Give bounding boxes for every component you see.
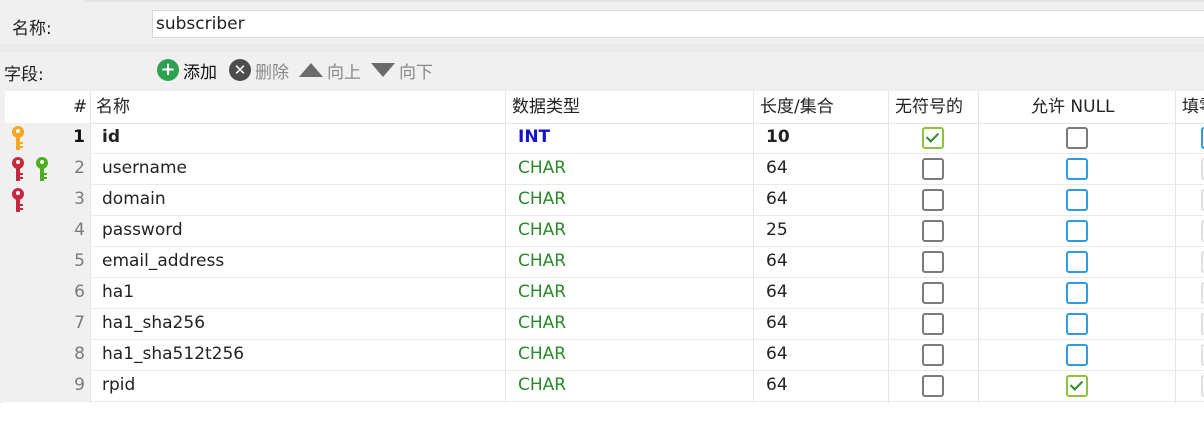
header-number[interactable]: # — [73, 91, 87, 123]
row-number: 4 — [74, 220, 85, 240]
header-name[interactable]: 名称 — [96, 91, 130, 123]
row-number: 5 — [74, 251, 85, 271]
unique-key-icon — [11, 188, 25, 214]
table-name-row: 名称: subscriber — [0, 6, 1204, 42]
field-name-cell[interactable]: domain — [102, 189, 166, 209]
plus-icon: + — [157, 59, 179, 81]
unique-key-icon — [11, 157, 25, 183]
unsigned-checkbox[interactable] — [922, 313, 944, 335]
row-number: 3 — [74, 189, 85, 209]
unsigned-checkbox[interactable] — [922, 127, 944, 149]
data-type-cell[interactable]: CHAR — [518, 220, 566, 240]
table-row[interactable]: 7 ha1_sha256 CHAR 64 — [5, 309, 1204, 340]
length-cell[interactable]: 10 — [766, 127, 790, 147]
row-number: 1 — [73, 127, 85, 147]
length-cell[interactable]: 64 — [766, 375, 788, 395]
row-number: 6 — [74, 282, 85, 302]
remove-icon: ✕ — [229, 59, 251, 81]
unsigned-checkbox[interactable] — [922, 189, 944, 211]
table-row[interactable]: 5 email_address CHAR 64 — [5, 247, 1204, 278]
data-type-cell[interactable]: CHAR — [518, 282, 566, 302]
data-type-cell[interactable]: CHAR — [518, 189, 566, 209]
name-label: 名称: — [12, 19, 52, 39]
field-name-cell[interactable]: email_address — [102, 251, 224, 271]
up-label: 向上 — [327, 62, 361, 83]
header-data-type[interactable]: 数据类型 — [512, 91, 580, 123]
grid-header: # 名称 数据类型 长度/集合 无符号的 允许 NULL 填零 — [5, 91, 1204, 124]
field-name-cell[interactable]: rpid — [102, 375, 135, 395]
allow-null-checkbox[interactable] — [1066, 251, 1088, 273]
unsigned-checkbox[interactable] — [922, 282, 944, 304]
table-row[interactable]: 2 username CHAR 64 — [5, 154, 1204, 185]
add-label: 添加 — [183, 62, 217, 83]
down-label: 向下 — [399, 62, 433, 83]
triangle-down-icon — [371, 63, 395, 77]
delete-label: 删除 — [255, 62, 289, 83]
header-unsigned[interactable]: 无符号的 — [895, 91, 963, 123]
allow-null-checkbox[interactable] — [1066, 344, 1088, 366]
unsigned-checkbox[interactable] — [922, 220, 944, 242]
data-type-cell[interactable]: CHAR — [518, 313, 566, 333]
table-row[interactable]: 9 rpid CHAR 64 — [5, 371, 1204, 402]
data-type-cell[interactable]: CHAR — [518, 251, 566, 271]
fields-label: 字段: — [4, 65, 44, 85]
table-name-input[interactable]: subscriber — [152, 10, 1204, 38]
field-name-cell[interactable]: password — [102, 220, 183, 240]
allow-null-checkbox[interactable] — [1066, 127, 1088, 149]
length-cell[interactable]: 64 — [766, 313, 788, 333]
unsigned-checkbox[interactable] — [922, 251, 944, 273]
table-row[interactable]: 8 ha1_sha512t256 CHAR 64 — [5, 340, 1204, 371]
row-number: 9 — [74, 375, 85, 395]
length-cell[interactable]: 64 — [766, 344, 788, 364]
table-row[interactable]: 4 password CHAR 25 — [5, 216, 1204, 247]
separator — [0, 44, 1204, 52]
length-cell[interactable]: 25 — [766, 220, 788, 240]
unsigned-checkbox[interactable] — [922, 158, 944, 180]
allow-null-checkbox[interactable] — [1066, 158, 1088, 180]
top-strip — [84, 0, 1204, 2]
move-up-button[interactable]: 向上 — [299, 57, 361, 83]
allow-null-checkbox[interactable] — [1066, 220, 1088, 242]
data-type-cell[interactable]: CHAR — [518, 375, 566, 395]
table-row[interactable]: 3 domain CHAR 64 — [5, 185, 1204, 216]
row-number: 7 — [74, 313, 85, 333]
header-length[interactable]: 长度/集合 — [760, 91, 834, 123]
unsigned-checkbox[interactable] — [922, 375, 944, 397]
length-cell[interactable]: 64 — [766, 189, 788, 209]
header-allow-null[interactable]: 允许 NULL — [1031, 91, 1115, 123]
fields-toolbar: 字段: + 添加 ✕ 删除 向上 向下 — [0, 54, 1204, 86]
length-cell[interactable]: 64 — [766, 158, 788, 178]
header-zerofill[interactable]: 填零 — [1182, 91, 1204, 123]
table-row[interactable]: 1 id INT 10 — [5, 123, 1204, 154]
allow-null-checkbox[interactable] — [1066, 375, 1088, 397]
length-cell[interactable]: 64 — [766, 251, 788, 271]
triangle-up-icon — [299, 63, 323, 77]
row-number: 2 — [74, 158, 85, 178]
table-row[interactable]: 6 ha1 CHAR 64 — [5, 278, 1204, 309]
primary-key-icon — [11, 126, 25, 152]
move-down-button[interactable]: 向下 — [371, 57, 433, 83]
fields-grid: # 名称 数据类型 长度/集合 无符号的 允许 NULL 填零 1 id INT 10… — [5, 91, 1204, 403]
field-name-cell[interactable]: id — [102, 127, 120, 147]
data-type-cell[interactable]: CHAR — [518, 344, 566, 364]
add-field-button[interactable]: + 添加 — [157, 57, 217, 83]
field-name-cell[interactable]: ha1_sha256 — [102, 313, 205, 333]
index-key-icon — [35, 157, 49, 183]
grid-empty-area — [0, 403, 1204, 435]
field-name-cell[interactable]: ha1_sha512t256 — [102, 344, 244, 364]
delete-field-button[interactable]: ✕ 删除 — [229, 57, 289, 83]
data-type-cell[interactable]: CHAR — [518, 158, 566, 178]
data-type-cell[interactable]: INT — [518, 127, 550, 147]
unsigned-checkbox[interactable] — [922, 344, 944, 366]
allow-null-checkbox[interactable] — [1066, 189, 1088, 211]
field-name-cell[interactable]: ha1 — [102, 282, 134, 302]
field-name-cell[interactable]: username — [102, 158, 187, 178]
length-cell[interactable]: 64 — [766, 282, 788, 302]
allow-null-checkbox[interactable] — [1066, 313, 1088, 335]
allow-null-checkbox[interactable] — [1066, 282, 1088, 304]
row-number: 8 — [74, 344, 85, 364]
